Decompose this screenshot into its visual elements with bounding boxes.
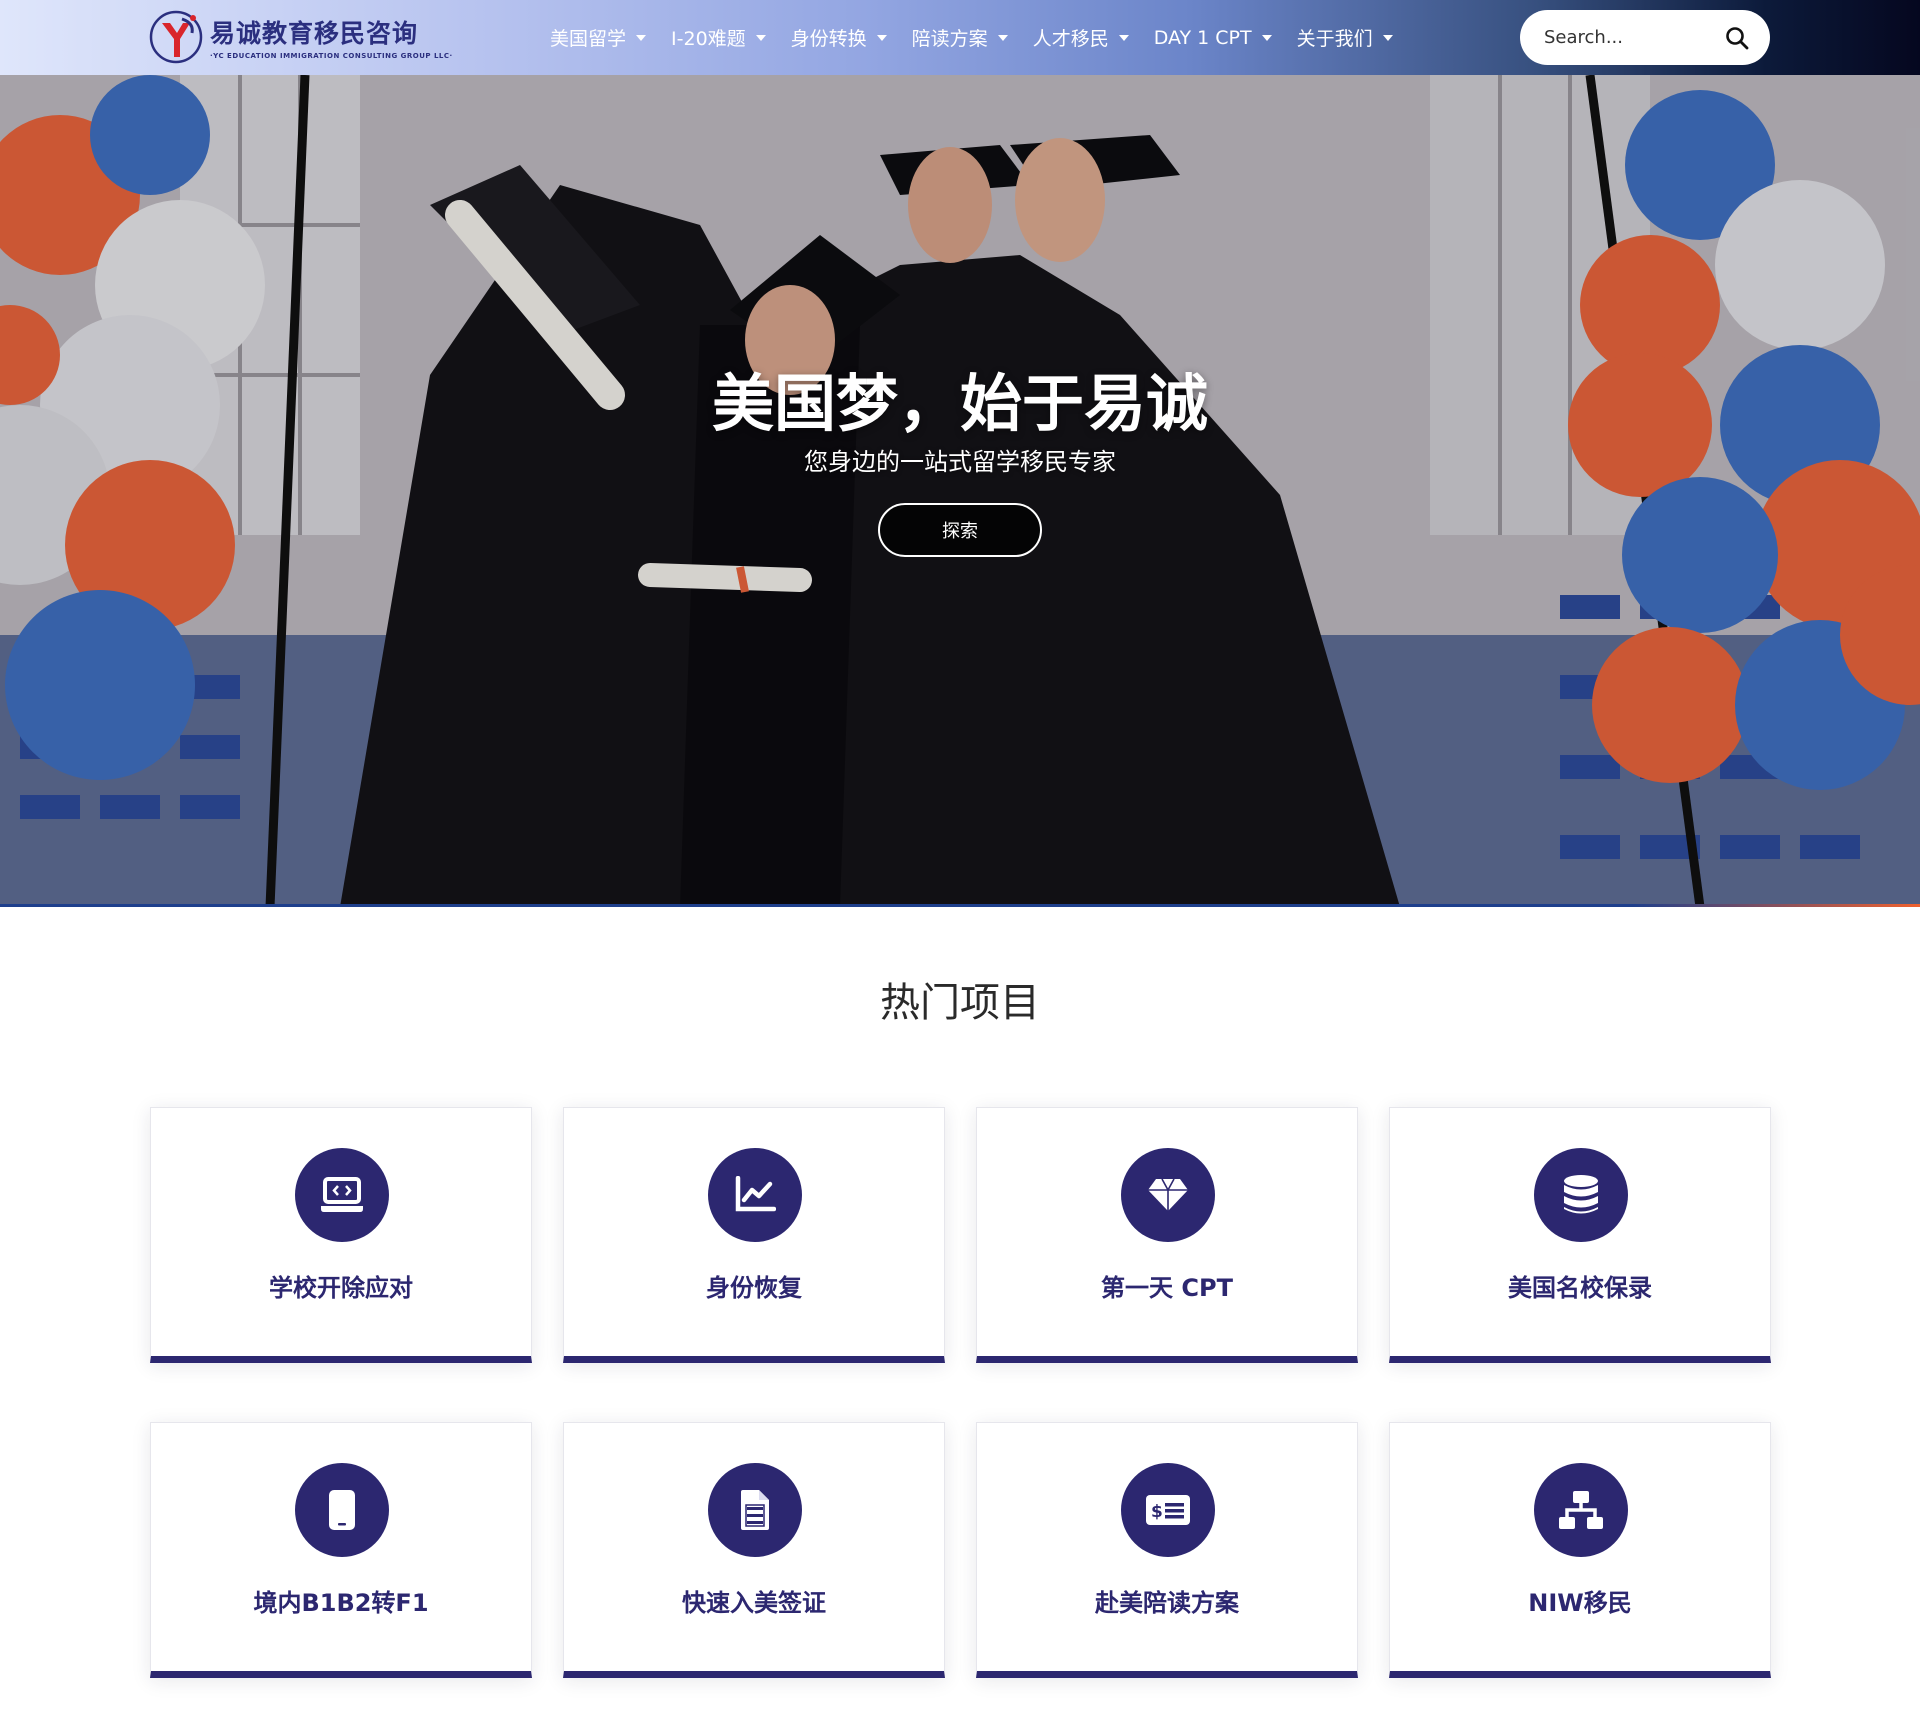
laptop-code-icon xyxy=(295,1148,389,1242)
site-header: 易诚教育移民咨询 ·YC EDUCATION IMMIGRATION CONSU… xyxy=(0,0,1920,75)
hero-subtitle: 您身边的一站式留学移民专家 xyxy=(804,448,1116,476)
search-box xyxy=(1520,10,1770,65)
search-input[interactable] xyxy=(1544,27,1714,48)
database-icon xyxy=(1534,1148,1628,1242)
hero-background-image xyxy=(0,75,1920,907)
project-card-expulsion[interactable]: 学校开除应对 xyxy=(150,1107,532,1363)
logo-subtitle: ·YC EDUCATION IMMIGRATION CONSULTING GRO… xyxy=(210,52,453,60)
nav-label: 人才移民 xyxy=(1032,28,1109,50)
nav-label: 美国留学 xyxy=(550,28,627,50)
hero-divider xyxy=(0,904,1920,907)
nav-study-abroad[interactable]: 美国留学 xyxy=(550,24,647,51)
caret-down-icon xyxy=(755,34,766,41)
logo-name: 易诚教育移民咨询 xyxy=(210,19,419,48)
project-card-fast-visa[interactable]: 快速入美签证 xyxy=(563,1422,945,1678)
mobile-icon xyxy=(295,1463,389,1557)
search-icon[interactable] xyxy=(1724,25,1750,51)
nav-i20[interactable]: I-20难题 xyxy=(671,24,766,51)
nav-label: I-20难题 xyxy=(671,28,746,50)
nav-about-us[interactable]: 关于我们 xyxy=(1297,24,1393,51)
caret-down-icon xyxy=(636,34,647,41)
card-label: 学校开除应对 xyxy=(269,1274,413,1302)
project-card-b1b2-f1[interactable]: 境内B1B2转F1 xyxy=(150,1422,532,1678)
section-title: 热门项目 xyxy=(880,980,1040,1026)
caret-down-icon xyxy=(876,34,887,41)
project-card-day1-cpt[interactable]: 第一天 CPT xyxy=(976,1107,1358,1363)
chart-line-icon xyxy=(708,1148,802,1242)
money-check-icon: $ xyxy=(1121,1463,1215,1557)
caret-down-icon xyxy=(997,34,1008,41)
hero-title: 美国梦，始于易诚 xyxy=(711,367,1208,440)
card-label: 快速入美签证 xyxy=(682,1589,826,1617)
explore-button[interactable]: 探索 xyxy=(878,503,1042,557)
site-logo[interactable]: 易诚教育移民咨询 ·YC EDUCATION IMMIGRATION CONSU… xyxy=(148,8,453,66)
project-card-admission[interactable]: 美国名校保录 xyxy=(1389,1107,1771,1363)
card-label: 美国名校保录 xyxy=(1508,1274,1652,1302)
nav-label: DAY 1 CPT xyxy=(1153,26,1252,49)
nav-label: 关于我们 xyxy=(1296,28,1373,50)
card-label: 第一天 CPT xyxy=(1101,1274,1233,1302)
caret-down-icon xyxy=(1382,34,1393,41)
caret-down-icon xyxy=(1118,34,1129,41)
card-label: NIW移民 xyxy=(1528,1589,1632,1617)
hero-banner: 美国梦，始于易诚 您身边的一站式留学移民专家 探索 xyxy=(0,75,1920,907)
nav-accompany[interactable]: 陪读方案 xyxy=(912,24,1008,51)
main-nav: 美国留学 I-20难题 身份转换 陪读方案 人才移民 DAY 1 CPT 关于我… xyxy=(550,0,1418,75)
nav-status-change[interactable]: 身份转换 xyxy=(791,24,887,51)
file-alt-icon xyxy=(708,1463,802,1557)
nav-label: 陪读方案 xyxy=(911,28,988,50)
nav-label: 身份转换 xyxy=(790,28,867,50)
card-label: 境内B1B2转F1 xyxy=(253,1589,429,1617)
project-card-status-restore[interactable]: 身份恢复 xyxy=(563,1107,945,1363)
gem-icon xyxy=(1121,1148,1215,1242)
nav-talent-immigration[interactable]: 人才移民 xyxy=(1033,24,1129,51)
sitemap-icon xyxy=(1534,1463,1628,1557)
card-label: 赴美陪读方案 xyxy=(1095,1589,1239,1617)
caret-down-icon xyxy=(1261,34,1272,41)
project-card-niw[interactable]: NIW移民 xyxy=(1389,1422,1771,1678)
nav-day1-cpt[interactable]: DAY 1 CPT xyxy=(1154,27,1272,49)
project-card-accompany[interactable]: $ 赴美陪读方案 xyxy=(976,1422,1358,1678)
svg-text:$: $ xyxy=(1151,1502,1163,1522)
card-label: 身份恢复 xyxy=(706,1274,802,1302)
logo-mark-icon xyxy=(149,10,203,64)
